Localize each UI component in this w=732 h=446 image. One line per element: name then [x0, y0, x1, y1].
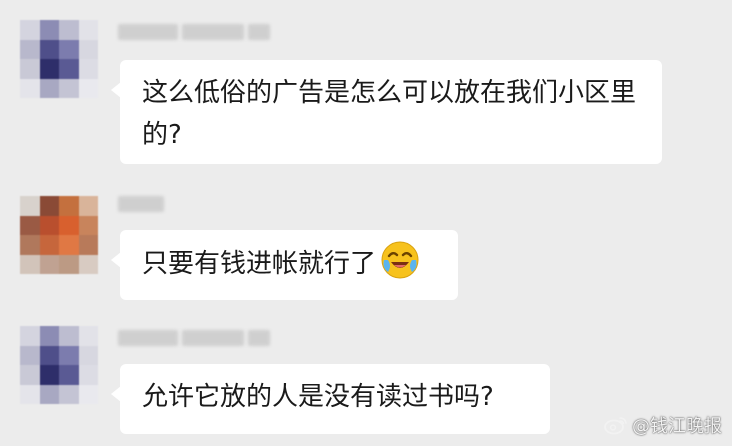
- avatar-mosaic-tile: [59, 326, 79, 346]
- avatar-mosaic-tile: [78, 196, 98, 216]
- message-bubble[interactable]: 允许它放的人是没有读过书吗?: [111, 364, 550, 434]
- avatar-mosaic-tile: [78, 254, 98, 274]
- message-text: 只要有钱进帐就行了: [142, 249, 377, 279]
- avatar-mosaic-tile: [59, 215, 79, 235]
- source-watermark: @钱江晚报: [604, 412, 722, 438]
- weibo-icon: [604, 417, 627, 435]
- sender-name-blurred: [118, 196, 164, 214]
- avatar-mosaic-tile: [59, 365, 79, 385]
- avatar-mosaic-tile: [39, 365, 59, 385]
- avatar-mosaic-tile: [20, 254, 40, 274]
- avatar-mosaic-tile: [78, 384, 98, 404]
- avatar[interactable]: [20, 196, 98, 274]
- avatar-mosaic-tile: [39, 39, 59, 59]
- avatar-mosaic-tile: [78, 20, 98, 40]
- avatar-mosaic-tile: [59, 78, 79, 98]
- message-bubble[interactable]: 这么低俗的广告是怎么可以放在我们小区里的?: [111, 60, 662, 164]
- avatar[interactable]: [20, 20, 98, 98]
- avatar-mosaic-tile: [59, 39, 79, 59]
- watermark-text: @钱江晚报: [632, 416, 722, 437]
- chat-area[interactable]: 这么低俗的广告是怎么可以放在我们小区里的? 只要有钱进帐就行了 允许它放的人是没…: [0, 0, 732, 446]
- avatar-mosaic-tile: [78, 78, 98, 98]
- avatar-mosaic-tile: [78, 215, 98, 235]
- sender-name-blurred: [118, 330, 270, 348]
- avatar-mosaic-tile: [78, 235, 98, 255]
- avatar-mosaic-tile: [20, 196, 40, 216]
- message-bubble[interactable]: 只要有钱进帐就行了: [111, 230, 458, 300]
- avatar-mosaic-tile: [78, 326, 98, 346]
- message-text: 允许它放的人是没有读过书吗?: [142, 382, 494, 412]
- avatar-mosaic-tile: [78, 365, 98, 385]
- avatar[interactable]: [20, 326, 98, 404]
- avatar-mosaic-tile: [59, 384, 79, 404]
- sender-name-blurred: [118, 24, 270, 42]
- avatar-mosaic-tile: [20, 59, 40, 79]
- avatar-mosaic-tile: [39, 345, 59, 365]
- avatar-mosaic-tile: [39, 196, 59, 216]
- avatar-mosaic-tile: [59, 20, 79, 40]
- avatar-mosaic-tile: [39, 59, 59, 79]
- avatar-mosaic-tile: [20, 39, 40, 59]
- avatar-mosaic-tile: [59, 196, 79, 216]
- avatar-mosaic-tile: [39, 235, 59, 255]
- avatar-mosaic-tile: [39, 215, 59, 235]
- avatar-mosaic-tile: [78, 39, 98, 59]
- avatar-mosaic-tile: [39, 326, 59, 346]
- avatar-mosaic-tile: [59, 59, 79, 79]
- avatar-mosaic-tile: [59, 254, 79, 274]
- avatar-mosaic-tile: [20, 20, 40, 40]
- avatar-mosaic-tile: [59, 345, 79, 365]
- avatar-mosaic-tile: [20, 78, 40, 98]
- avatar-mosaic-tile: [20, 215, 40, 235]
- avatar-mosaic-tile: [20, 384, 40, 404]
- avatar-mosaic-tile: [20, 345, 40, 365]
- avatar-mosaic-tile: [78, 345, 98, 365]
- avatar-mosaic-tile: [78, 59, 98, 79]
- message-text: 这么低俗的广告是怎么可以放在我们小区里的?: [142, 78, 637, 150]
- avatar-mosaic-tile: [20, 365, 40, 385]
- avatar-mosaic-tile: [39, 254, 59, 274]
- avatar-mosaic-tile: [20, 326, 40, 346]
- avatar-mosaic-tile: [39, 384, 59, 404]
- avatar-mosaic-tile: [39, 78, 59, 98]
- avatar-mosaic-tile: [20, 235, 40, 255]
- crying-laughing-face-icon: [381, 241, 419, 279]
- avatar-mosaic-tile: [39, 20, 59, 40]
- avatar-mosaic-tile: [59, 235, 79, 255]
